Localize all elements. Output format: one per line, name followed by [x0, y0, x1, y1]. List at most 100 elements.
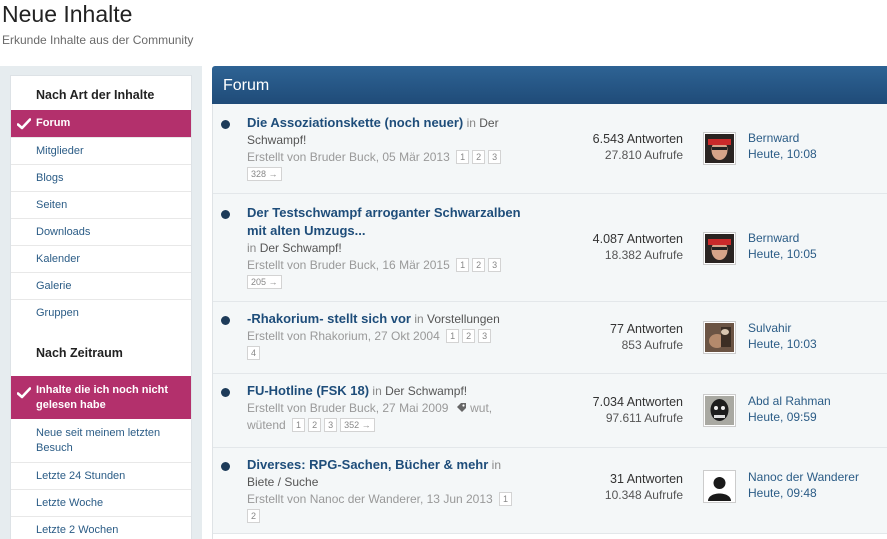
page-link[interactable]: 2 [308, 418, 322, 432]
last-post-time-link[interactable]: Heute, 10:03 [748, 336, 817, 352]
sidebar-item-label: Galerie [36, 279, 72, 292]
topic-row: Der Testschwampf arroganter Schwarzalben… [213, 194, 887, 302]
unread-dot-icon[interactable] [221, 316, 230, 325]
topic-stats: 6.543 Antworten 27.810 Aufrufe [593, 131, 683, 163]
last-page-link[interactable]: 205 → [247, 275, 282, 289]
page-link[interactable]: 3 [488, 150, 502, 164]
topic-main: Der Testschwampf arroganter Schwarzalben… [247, 204, 529, 291]
page-title: Neue Inhalte [2, 1, 133, 27]
unread-dot-icon[interactable] [221, 120, 230, 129]
avatar[interactable] [703, 394, 736, 427]
replies-count: 4.087 Antworten [592, 232, 683, 246]
topic-title-link[interactable]: -Rhakorium- stellt sich vor [247, 311, 411, 326]
views-count: 18.382 Aufrufe [604, 248, 683, 262]
topic-meta: Erstellt von Bruder Buck, 27 Mai 2009 [247, 401, 449, 415]
page-link[interactable]: 2 [247, 509, 261, 523]
last-post-user-link[interactable]: Abd al Rahman [748, 393, 831, 409]
sidebar: Nach Art der Inhalte Forum Mitglieder Bl… [0, 66, 202, 539]
in-label: in [247, 241, 257, 255]
last-page-link[interactable]: 4 [247, 346, 261, 360]
page-link[interactable]: 2 [472, 258, 486, 272]
sidebar-item-last-2-weeks[interactable]: Letzte 2 Wochen [11, 516, 191, 539]
topic-title-link[interactable]: Die Assoziationskette (noch neuer) [247, 115, 463, 130]
sidebar-item-label: Blogs [36, 171, 64, 184]
page-link[interactable]: 3 [324, 418, 338, 432]
last-post-user-link[interactable]: Sulvahir [748, 320, 817, 336]
last-post-user-link[interactable]: Bernward [748, 230, 817, 246]
page-link[interactable]: 3 [488, 258, 502, 272]
page-subtitle: Erkunde Inhalte aus der Community [2, 33, 194, 47]
page-link[interactable]: 1 [499, 492, 513, 506]
topic-forum-link[interactable]: Biete / Suche [247, 475, 318, 489]
last-post-time-link[interactable]: Heute, 09:59 [748, 409, 831, 425]
page-link[interactable]: 1 [456, 258, 470, 272]
topic-forum-link[interactable]: Vorstellungen [427, 312, 500, 326]
page-link[interactable]: 1 [446, 329, 460, 343]
topic-main: Diverses: RPG-Sachen, Bücher & mehr in B… [247, 456, 529, 525]
views-count: 97.611 Aufrufe [605, 411, 683, 425]
page-link[interactable]: 1 [456, 150, 470, 164]
sidebar-item-label: Letzte Woche [36, 496, 104, 509]
avatar[interactable] [703, 470, 736, 503]
unread-dot-icon[interactable] [221, 210, 230, 219]
sidebar-item-mitglieder[interactable]: Mitglieder [11, 137, 191, 164]
topic-meta: Erstellt von Bruder Buck, 16 Mär 2015 [247, 258, 450, 272]
sidebar-item-label: Letzte 24 Stunden [36, 469, 126, 482]
unread-dot-icon[interactable] [221, 462, 230, 471]
topic-row: FU-Hotline (FSK 18) in Der Schwampf! Ers… [213, 374, 887, 448]
last-post-info: Bernward Heute, 10:05 [748, 230, 817, 262]
topic-main: -Rhakorium- stellt sich vor in Vorstellu… [247, 310, 529, 362]
views-count: 27.810 Aufrufe [604, 148, 683, 162]
last-post-info: Sulvahir Heute, 10:03 [748, 320, 817, 352]
avatar[interactable] [703, 132, 736, 165]
last-post-info: Nanoc der Wanderer Heute, 09:48 [748, 469, 859, 501]
last-page-link[interactable]: 352 → [340, 418, 375, 432]
sidebar-item-galerie[interactable]: Galerie [11, 272, 191, 299]
topic-forum-link[interactable]: Der Schwampf! [385, 384, 467, 398]
sidebar-item-forum[interactable]: Forum [11, 110, 191, 137]
sidebar-item-downloads[interactable]: Downloads [11, 218, 191, 245]
in-label: in [491, 458, 501, 472]
avatar[interactable] [703, 232, 736, 265]
sidebar-item-unread[interactable]: Inhalte die ich noch nicht gelesen habe [11, 376, 191, 419]
section-header: Forum [212, 66, 887, 104]
sidebar-item-since-last-visit[interactable]: Neue seit meinem letzten Besuch [11, 419, 191, 462]
sidebar-item-label: Neue seit meinem letzten Besuch [36, 426, 161, 454]
sidebar-item-blogs[interactable]: Blogs [11, 164, 191, 191]
topic-forum-link[interactable]: Der Schwampf! [260, 241, 342, 255]
sidebar-heading-time-range: Nach Zeitraum [36, 346, 123, 360]
topic-row: -Rhakorium- stellt sich vor in Vorstellu… [213, 302, 887, 374]
sidebar-item-label: Downloads [36, 225, 91, 238]
check-icon [17, 387, 31, 399]
topic-main: FU-Hotline (FSK 18) in Der Schwampf! Ers… [247, 382, 529, 434]
page-link[interactable]: 2 [472, 150, 486, 164]
sidebar-item-last-week[interactable]: Letzte Woche [11, 489, 191, 516]
last-post-user-link[interactable]: Bernward [748, 130, 817, 146]
replies-count: 31 Antworten [610, 472, 683, 486]
views-count: 853 Aufrufe [621, 338, 683, 352]
sidebar-item-label: Forum [36, 117, 71, 129]
avatar[interactable] [703, 321, 736, 354]
page-link[interactable]: 1 [292, 418, 306, 432]
last-post-time-link[interactable]: Heute, 10:08 [748, 146, 817, 162]
sidebar-item-last-24-hours[interactable]: Letzte 24 Stunden [11, 462, 191, 489]
sidebar-item-label: Kalender [36, 252, 81, 265]
last-page-link[interactable]: 328 → [247, 167, 282, 181]
last-post-time-link[interactable]: Heute, 10:05 [748, 246, 817, 262]
topic-main: Die Assoziationskette (noch neuer) in De… [247, 114, 529, 183]
topic-meta: Erstellt von Bruder Buck, 05 Mär 2013 [247, 150, 450, 164]
topic-title-link[interactable]: Diverses: RPG-Sachen, Bücher & mehr [247, 457, 488, 472]
last-post-user-link[interactable]: Nanoc der Wanderer [748, 469, 859, 485]
sidebar-item-kalender[interactable]: Kalender [11, 245, 191, 272]
page-link[interactable]: 3 [478, 329, 492, 343]
sidebar-item-gruppen[interactable]: Gruppen [11, 299, 191, 326]
topic-title-link[interactable]: Der Testschwampf arroganter Schwarzalben… [247, 205, 521, 238]
topic-meta: Erstellt von Nanoc der Wanderer, 13 Jun … [247, 492, 493, 506]
topic-title-link[interactable]: FU-Hotline (FSK 18) [247, 383, 369, 398]
sidebar-filter-box: Nach Art der Inhalte Forum Mitglieder Bl… [10, 75, 192, 539]
unread-dot-icon[interactable] [221, 388, 230, 397]
last-post-time-link[interactable]: Heute, 09:48 [748, 485, 859, 501]
sidebar-item-label: Gruppen [36, 306, 79, 319]
page-link[interactable]: 2 [462, 329, 476, 343]
sidebar-item-seiten[interactable]: Seiten [11, 191, 191, 218]
